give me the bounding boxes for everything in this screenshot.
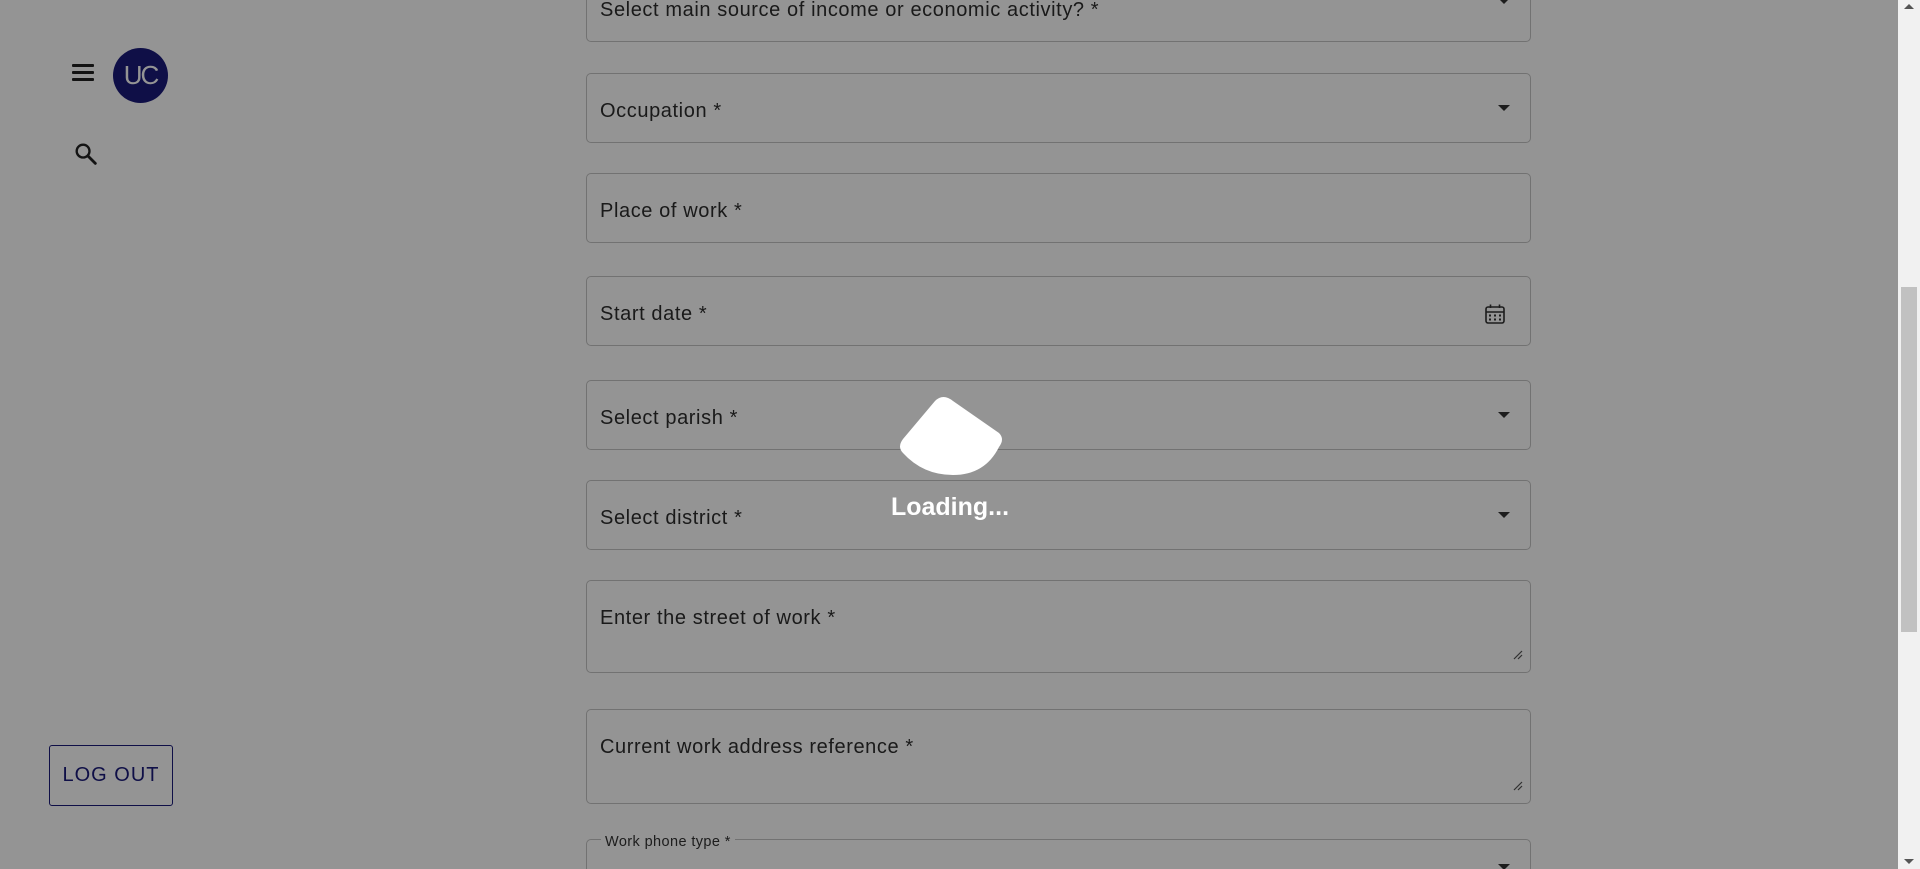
loading-spinner-icon: [900, 397, 1002, 475]
loading-text: Loading...: [890, 493, 1010, 521]
scroll-up-icon[interactable]: [1904, 4, 1914, 9]
loading-overlay: Loading...: [0, 0, 1898, 869]
vertical-scrollbar[interactable]: [1898, 0, 1920, 869]
scroll-down-icon[interactable]: [1904, 859, 1914, 864]
scrollbar-thumb[interactable]: [1901, 287, 1917, 632]
